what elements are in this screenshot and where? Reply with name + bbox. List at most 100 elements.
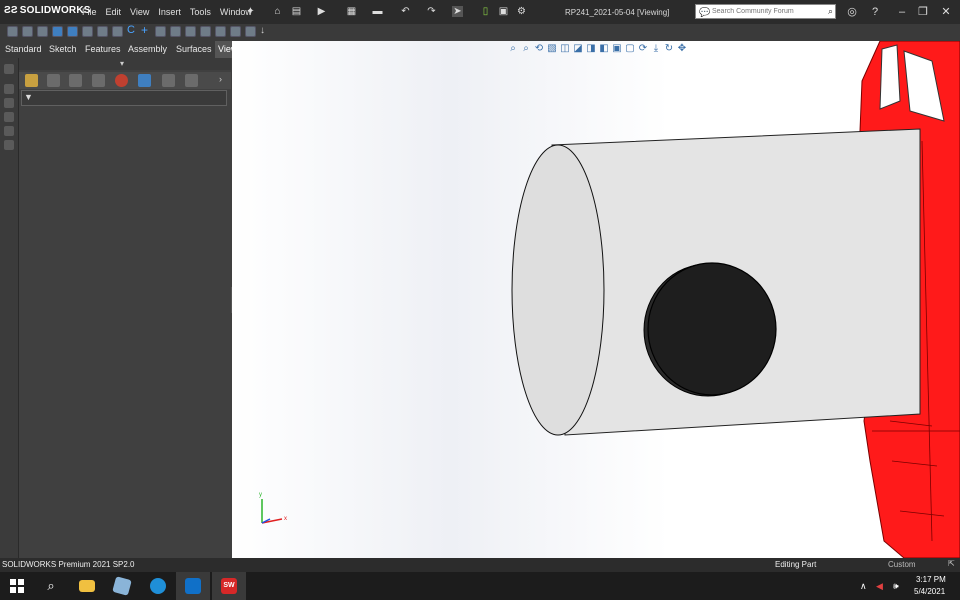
minimize-button[interactable]: – bbox=[893, 5, 911, 19]
outlook-icon[interactable] bbox=[176, 572, 210, 600]
right-view-icon[interactable] bbox=[215, 26, 226, 37]
pin-icon[interactable]: ✦ bbox=[245, 6, 256, 17]
rotate-view-icon[interactable]: ⟳ bbox=[638, 44, 648, 54]
previous-view-icon[interactable]: ⟲ bbox=[534, 44, 544, 54]
collapse-panel-icon[interactable]: ▾ bbox=[120, 59, 124, 68]
edit-appearance-icon[interactable]: ◧ bbox=[599, 44, 609, 54]
tree-filter[interactable]: ▼ bbox=[21, 90, 227, 106]
solidworks-taskbar-icon[interactable]: SW bbox=[212, 572, 246, 600]
home-icon[interactable]: ⌂ bbox=[272, 6, 283, 17]
strip-tool-icon[interactable] bbox=[4, 140, 14, 150]
shaded-edges-icon[interactable] bbox=[52, 26, 63, 37]
options-gear-icon[interactable]: ⚙ bbox=[516, 6, 527, 17]
download-arrow-icon[interactable]: ↓ bbox=[260, 26, 271, 37]
menu-file[interactable]: File bbox=[82, 7, 97, 17]
zoom-fit-icon[interactable] bbox=[82, 26, 93, 37]
clock-date[interactable]: 5/4/2021 bbox=[914, 587, 945, 596]
help-icon[interactable]: ? bbox=[866, 5, 884, 19]
new-document-icon[interactable]: ▤ bbox=[291, 6, 302, 17]
view-orientation-icon[interactable] bbox=[7, 26, 18, 37]
section-view-icon[interactable]: ▧ bbox=[547, 44, 557, 54]
configuration-manager-icon[interactable] bbox=[69, 74, 82, 87]
cap-front bbox=[647, 262, 777, 396]
apply-scene-icon[interactable]: ▣ bbox=[612, 44, 622, 54]
open-icon[interactable]: ▶ bbox=[316, 6, 327, 17]
edge-icon[interactable] bbox=[141, 572, 175, 600]
section-view-icon[interactable] bbox=[67, 26, 78, 37]
tab-assembly[interactable]: Assembly bbox=[125, 41, 170, 58]
file-properties-icon[interactable]: ▣ bbox=[498, 6, 509, 17]
view-orientation-icon[interactable]: ◫ bbox=[560, 44, 570, 54]
strip-tool-icon[interactable] bbox=[4, 64, 14, 74]
hide-show-icon[interactable]: ◨ bbox=[586, 44, 596, 54]
bottom-view-icon[interactable] bbox=[245, 26, 256, 37]
display-manager-icon[interactable] bbox=[115, 74, 128, 87]
refresh-icon[interactable]: ↻ bbox=[664, 44, 674, 54]
tab-features[interactable]: Features bbox=[82, 41, 124, 58]
app-icon[interactable] bbox=[105, 572, 139, 600]
menu-tools[interactable]: Tools bbox=[190, 7, 211, 17]
tab-surfaces[interactable]: Surfaces bbox=[173, 41, 215, 58]
normal-to-icon[interactable]: ⤓ bbox=[651, 44, 661, 54]
appearance-icon[interactable] bbox=[185, 74, 198, 87]
windows-start-icon[interactable] bbox=[0, 572, 34, 600]
pan-icon[interactable]: ✥ bbox=[677, 44, 687, 54]
front-view-icon[interactable] bbox=[170, 26, 181, 37]
strip-tool-icon[interactable] bbox=[4, 112, 14, 122]
top-view-icon[interactable] bbox=[230, 26, 241, 37]
simulation-icon[interactable] bbox=[162, 74, 175, 87]
pan-icon[interactable]: + bbox=[141, 24, 152, 37]
tab-sketch[interactable]: Sketch bbox=[46, 41, 80, 58]
model-scene[interactable]: y x bbox=[232, 41, 960, 558]
restore-button[interactable]: ❐ bbox=[914, 5, 932, 19]
display-style-icon[interactable] bbox=[22, 26, 33, 37]
shaded-icon[interactable] bbox=[37, 26, 48, 37]
close-button[interactable]: ✕ bbox=[937, 5, 955, 19]
tray-chevron-icon[interactable]: ∧ bbox=[860, 581, 867, 592]
tab-standard[interactable]: Standard bbox=[2, 41, 45, 58]
chat-icon: 💬 bbox=[699, 7, 711, 17]
edit-mode: Editing Part bbox=[775, 560, 817, 569]
volume-icon[interactable]: 🕪 bbox=[893, 581, 899, 592]
save-icon[interactable]: ▦ bbox=[346, 6, 357, 17]
redo-icon[interactable]: ↷ bbox=[426, 6, 437, 17]
clock-time[interactable]: 3:17 PM bbox=[916, 575, 946, 584]
print-icon[interactable]: ▬ bbox=[372, 6, 383, 17]
zoom-area-icon[interactable] bbox=[97, 26, 108, 37]
back-view-icon[interactable] bbox=[185, 26, 196, 37]
zoom-to-fit-icon[interactable]: ⌕ bbox=[508, 44, 518, 54]
filter-icon[interactable]: ▼ bbox=[24, 92, 34, 102]
display-style-icon[interactable]: ◪ bbox=[573, 44, 583, 54]
solidworks-logo[interactable]: ƧƧ SOLIDWORKS bbox=[4, 5, 91, 16]
select-icon[interactable]: ➤ bbox=[452, 6, 463, 17]
roll-view-icon[interactable] bbox=[155, 26, 166, 37]
zoom-to-area-icon[interactable]: ⌕ bbox=[521, 44, 531, 54]
strip-tool-icon[interactable] bbox=[4, 84, 14, 94]
feature-manager-tree-icon[interactable] bbox=[25, 74, 38, 87]
undo-icon[interactable]: ↶ bbox=[400, 6, 411, 17]
unit-system[interactable]: Custom bbox=[888, 560, 916, 569]
search-box[interactable]: 💬 ⌕ bbox=[695, 4, 836, 19]
status-expand-icon[interactable]: ⇱ bbox=[948, 559, 955, 568]
dimxpert-icon[interactable] bbox=[92, 74, 105, 87]
left-view-icon[interactable] bbox=[200, 26, 211, 37]
menu-view[interactable]: View bbox=[130, 7, 149, 17]
more-tabs-chevron-icon[interactable]: › bbox=[219, 74, 222, 84]
rebuild-icon[interactable]: ▯ bbox=[480, 6, 491, 17]
view-settings-icon[interactable]: ▢ bbox=[625, 44, 635, 54]
tray-alert-icon[interactable]: ◀ bbox=[876, 581, 883, 592]
menu-insert[interactable]: Insert bbox=[158, 7, 181, 17]
search-input[interactable] bbox=[712, 6, 812, 17]
previous-view-icon[interactable] bbox=[112, 26, 123, 37]
cam-icon[interactable] bbox=[138, 74, 151, 87]
rotate-icon[interactable]: C bbox=[127, 25, 138, 37]
strip-tool-icon[interactable] bbox=[4, 98, 14, 108]
graphics-viewport[interactable]: y x ⌕ ⌕ ⟲ ▧ ◫ ◪ ◨ ◧ ▣ ▢ ⟳ ⤓ ↻ ✥ bbox=[232, 41, 960, 558]
account-icon[interactable]: ◎ bbox=[843, 5, 861, 19]
strip-tool-icon[interactable] bbox=[4, 126, 14, 136]
search-icon[interactable]: ⌕ bbox=[34, 572, 68, 600]
menu-edit[interactable]: Edit bbox=[106, 7, 122, 17]
property-manager-icon[interactable] bbox=[47, 74, 60, 87]
search-icon[interactable]: ⌕ bbox=[828, 6, 833, 17]
folder-icon[interactable] bbox=[70, 572, 104, 600]
